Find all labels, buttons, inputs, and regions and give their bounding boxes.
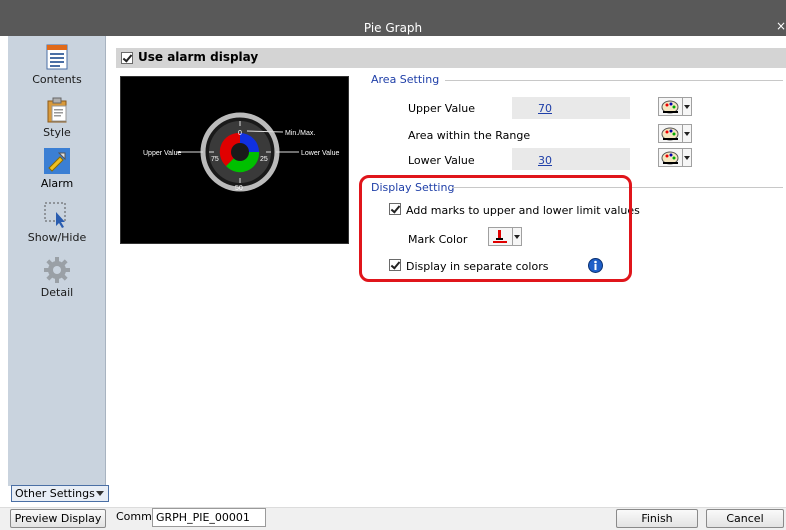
area-within-range-label: Area within the Range: [408, 129, 531, 142]
other-settings-label: Other Settings: [15, 487, 95, 500]
area-setting-title: Area Setting: [371, 73, 440, 86]
sidebar-item-contents[interactable]: Contents: [8, 44, 106, 86]
sidebar-item-label: Show/Hide: [27, 231, 87, 244]
lower-value-link[interactable]: 30: [538, 154, 552, 167]
detail-icon: [44, 257, 70, 283]
lower-value-color-button[interactable]: [658, 148, 692, 167]
chevron-down-icon: [682, 98, 691, 115]
gauge-upper-value-label: Upper Value: [143, 150, 182, 157]
lower-value-label: Lower Value: [408, 154, 475, 167]
gauge-label-left: 75: [211, 156, 219, 163]
chevron-down-icon: [682, 125, 691, 142]
gauge-label-bottom: 50: [235, 185, 243, 192]
style-icon: [47, 97, 67, 123]
upper-value-color-button[interactable]: [658, 97, 692, 116]
other-settings-dropdown[interactable]: Other Settings: [11, 485, 109, 502]
upper-value-label: Upper Value: [408, 102, 476, 115]
comm-label: Comm: [116, 510, 152, 523]
gauge-lower-value-label: Lower Value: [301, 150, 340, 157]
palette-icon: [661, 127, 679, 141]
show-hide-icon: [44, 202, 66, 228]
chevron-down-icon: [96, 491, 104, 496]
gauge-label-top: 0: [238, 130, 242, 137]
close-icon[interactable]: ×: [776, 19, 786, 33]
sidebar-item-label: Contents: [32, 73, 82, 86]
sidebar: Contents Style Alarm Show/Hide Detail: [8, 36, 106, 486]
chevron-down-icon: [682, 149, 691, 166]
upper-value-box: [512, 97, 630, 119]
sidebar-item-label: Detail: [40, 286, 74, 299]
window-title: Pie Graph: [363, 21, 423, 35]
sidebar-item-detail[interactable]: Detail: [8, 257, 106, 299]
cancel-button[interactable]: Cancel: [706, 509, 784, 528]
preview-display-button[interactable]: Preview Display: [10, 509, 106, 528]
gauge-preview: 0 25 50 75 Min./Max. Lower Value Upper V…: [120, 76, 349, 244]
use-alarm-display-header: Use alarm display: [116, 48, 786, 68]
alarm-icon: [44, 148, 70, 174]
display-setting-highlight: [359, 175, 632, 282]
use-alarm-display-checkbox[interactable]: [121, 52, 133, 64]
sidebar-item-alarm[interactable]: Alarm: [8, 148, 106, 190]
title-bar: Pie Graph ×: [0, 0, 786, 36]
sidebar-item-label: Style: [43, 126, 71, 139]
area-within-range-color-button[interactable]: [658, 124, 692, 143]
area-setting-divider: [445, 80, 783, 81]
palette-icon: [661, 151, 679, 165]
upper-value-link[interactable]: 70: [538, 102, 552, 115]
finish-button[interactable]: Finish: [616, 509, 698, 528]
sidebar-item-style[interactable]: Style: [8, 97, 106, 139]
palette-icon: [661, 100, 679, 114]
gauge-label-right: 25: [260, 156, 268, 163]
gauge-min-max-label: Min./Max.: [285, 130, 315, 137]
use-alarm-display-label: Use alarm display: [138, 50, 259, 64]
sidebar-item-label: Alarm: [40, 177, 74, 190]
contents-icon: [46, 44, 68, 70]
comm-input[interactable]: GRPH_PIE_00001: [152, 508, 266, 527]
pie-gauge-preview: 0 25 50 75 Min./Max. Lower Value Upper V…: [143, 112, 340, 192]
sidebar-item-show-hide[interactable]: Show/Hide: [8, 202, 106, 244]
lower-value-box: [512, 148, 630, 170]
